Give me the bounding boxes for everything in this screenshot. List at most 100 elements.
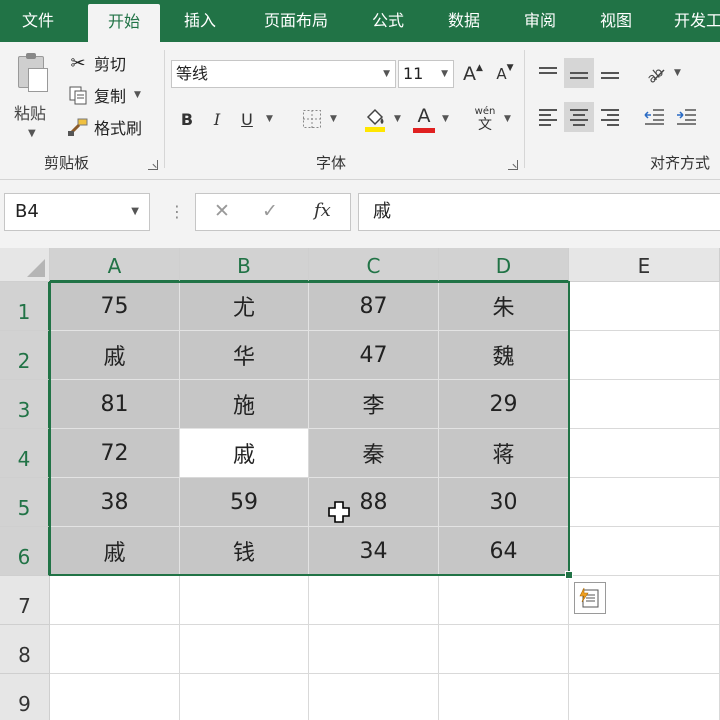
cell-b3[interactable]: 施 [180,380,309,429]
cell-d3[interactable]: 29 [439,380,569,429]
chevron-down-icon[interactable]: ▼ [383,61,390,87]
align-right-icon[interactable] [596,102,624,132]
column-header-c[interactable]: C [309,248,439,282]
cell-c1[interactable]: 87 [309,282,439,331]
cancel-icon[interactable]: ✕ [214,200,230,222]
tab-insert[interactable]: 插入 [168,0,232,42]
copy-button[interactable]: 复制 ▼ [66,82,141,108]
column-header-d[interactable]: D [439,248,569,282]
row-header-1[interactable]: 1 [0,282,50,331]
tab-formulas[interactable]: 公式 [356,0,420,42]
borders-icon[interactable] [298,104,326,134]
align-middle-icon[interactable] [564,58,594,88]
chevron-down-icon[interactable]: ▼ [442,114,449,124]
column-header-a[interactable]: A [50,248,180,282]
cell-a6[interactable]: 戚 [50,527,180,576]
cell-d7[interactable] [439,576,569,625]
format-painter-button[interactable]: 格式刷 [66,114,142,140]
cell-c7[interactable] [309,576,439,625]
font-size-combo[interactable]: 11 ▼ [398,60,454,88]
chevron-down-icon[interactable]: ▼ [134,90,141,100]
tab-file[interactable]: 文件 [6,0,70,42]
cell-a9[interactable] [50,674,180,720]
font-color-button[interactable]: A [410,102,438,136]
chevron-down-icon[interactable]: ▼ [266,114,273,124]
chevron-down-icon[interactable]: ▼ [441,61,448,87]
cell-a5[interactable]: 38 [50,478,180,527]
name-box[interactable]: B4 ▼ [4,193,150,231]
cell-b5[interactable]: 59 [180,478,309,527]
align-top-icon[interactable] [534,58,562,88]
formula-bar-resize-handle[interactable]: ⋮ [169,204,185,220]
cell-e2[interactable] [569,331,720,380]
paint-bucket-icon[interactable] [360,102,390,136]
tab-page-layout[interactable]: 页面布局 [248,0,344,42]
row-header-6[interactable]: 6 [0,527,50,576]
decrease-indent-icon[interactable] [640,102,668,132]
row-header-9[interactable]: 9 [0,674,50,720]
worksheet-grid[interactable]: A B C D E 1 75 尤 87 朱 2 戚华 47 魏 3 81 施李 29 4 72 戚秦蒋 5 38 59 88 30… [0,248,720,720]
tab-review[interactable]: 审阅 [508,0,572,42]
cell-b2[interactable]: 华 [180,331,309,380]
cell-c6[interactable]: 34 [309,527,439,576]
cell-d4[interactable]: 蒋 [439,429,569,478]
column-header-e[interactable]: E [569,248,720,282]
align-center-icon[interactable] [564,102,594,132]
chevron-down-icon[interactable]: ▼ [131,194,139,230]
cell-b8[interactable] [180,625,309,674]
cell-b9[interactable] [180,674,309,720]
cell-d2[interactable]: 魏 [439,331,569,380]
cell-d8[interactable] [439,625,569,674]
cell-e9[interactable] [569,674,720,720]
cell-a4[interactable]: 72 [50,429,180,478]
select-all-button[interactable] [0,248,50,282]
cell-c3[interactable]: 李 [309,380,439,429]
cell-d1[interactable]: 朱 [439,282,569,331]
cell-e5[interactable] [569,478,720,527]
align-bottom-icon[interactable] [596,58,624,88]
tab-home[interactable]: 开始 [88,4,160,42]
cell-d9[interactable] [439,674,569,720]
italic-button[interactable]: I [204,104,230,134]
cell-e3[interactable] [569,380,720,429]
underline-button[interactable]: U [234,104,260,134]
fill-handle[interactable] [565,571,573,579]
clipboard-launcher-icon[interactable] [148,160,158,170]
align-left-icon[interactable] [534,102,562,132]
row-header-7[interactable]: 7 [0,576,50,625]
tab-view[interactable]: 视图 [584,0,648,42]
column-header-b[interactable]: B [180,248,309,282]
cell-b7[interactable] [180,576,309,625]
row-header-2[interactable]: 2 [0,331,50,380]
enter-icon[interactable]: ✓ [262,200,278,222]
bold-button[interactable]: B [174,104,200,134]
chevron-down-icon[interactable]: ▼ [394,114,401,124]
row-header-3[interactable]: 3 [0,380,50,429]
chevron-down-icon[interactable]: ▼ [28,128,36,139]
cell-d6[interactable]: 64 [439,527,569,576]
cut-button[interactable]: ✂ 剪切 [66,50,126,76]
cell-b1[interactable]: 尤 [180,282,309,331]
cell-a7[interactable] [50,576,180,625]
row-header-4[interactable]: 4 [0,429,50,478]
active-cell[interactable]: 戚 [180,429,309,478]
chevron-down-icon[interactable]: ▼ [504,114,511,124]
cell-a2[interactable]: 戚 [50,331,180,380]
tab-developer[interactable]: 开发工 [664,0,720,42]
increase-indent-icon[interactable] [672,102,700,132]
shrink-font-icon[interactable]: A ▼ [492,60,518,88]
chevron-down-icon[interactable]: ▼ [674,68,681,78]
quick-analysis-icon[interactable] [574,582,606,614]
cell-a1[interactable]: 75 [50,282,180,331]
cell-c9[interactable] [309,674,439,720]
row-header-5[interactable]: 5 [0,478,50,527]
cell-e6[interactable] [569,527,720,576]
cell-d5[interactable]: 30 [439,478,569,527]
tab-data[interactable]: 数据 [432,0,496,42]
font-launcher-icon[interactable] [508,160,518,170]
cell-c8[interactable] [309,625,439,674]
chevron-down-icon[interactable]: ▼ [330,114,337,124]
cell-a8[interactable] [50,625,180,674]
formula-input[interactable]: 戚 [358,193,720,231]
cell-c2[interactable]: 47 [309,331,439,380]
